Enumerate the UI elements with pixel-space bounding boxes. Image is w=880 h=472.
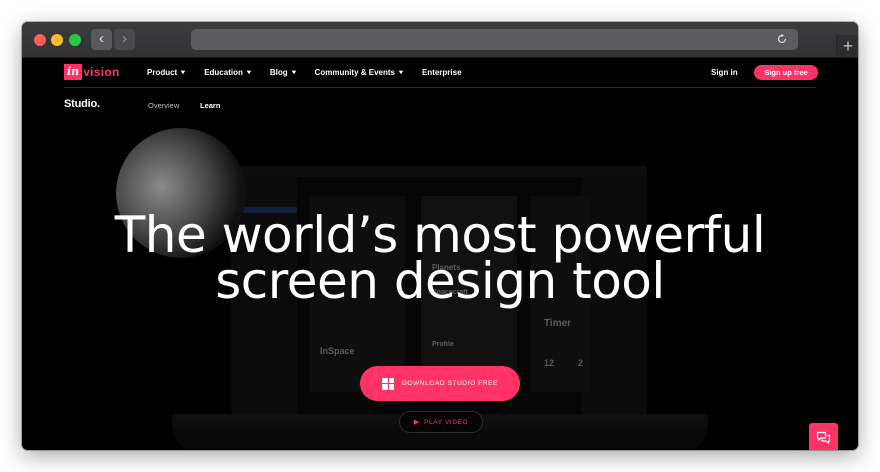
invision-logo[interactable]: in vision [64,64,120,80]
mockup-frame-title: InSpace [320,346,355,356]
hero-headline: The world’s most powerful screen design … [22,210,858,310]
page-content: InSpace Planets Spacecraft Profile Timer… [22,58,858,450]
chevron-down-icon: ▼ [179,69,188,76]
browser-titlebar: ‹ › + [22,22,858,58]
mockup-frame-title: Timer [544,318,572,329]
main-nav: Product ▼ Education ▼ Blog ▼ Community &… [147,68,480,77]
chevron-down-icon: ▼ [244,69,253,76]
reload-icon[interactable] [774,31,790,47]
nav-item-community-events[interactable]: Community & Events ▼ [314,68,405,77]
chevron-down-icon: ▼ [397,69,405,76]
nav-item-label: Education [204,68,243,77]
mockup-toolbar [231,166,647,177]
nav-item-enterprise[interactable]: Enterprise [422,68,462,77]
chevron-down-icon: ▼ [289,69,298,76]
close-window-button[interactable] [34,34,46,46]
chat-button[interactable] [809,423,838,450]
nav-item-product[interactable]: Product ▼ [147,68,188,77]
subnav-learn[interactable]: Learn [200,101,220,110]
zoom-window-button[interactable] [69,34,81,46]
play-video-button[interactable]: ▶ PLAY VIDEO [399,411,483,433]
mockup-frame-subtitle: Profile [432,341,454,348]
studio-brand[interactable]: Studio. [64,98,100,110]
chat-icon [816,431,831,444]
mockup-number: 2 [578,358,584,368]
play-video-label: PLAY VIDEO [424,418,469,426]
forward-button[interactable]: › [114,29,135,50]
nav-item-label: Enterprise [421,68,462,77]
address-bar[interactable] [191,29,798,50]
logo-mark: in [64,64,83,80]
sign-in-link[interactable]: Sign in [711,68,738,77]
windows-icon [382,377,395,390]
play-icon: ▶ [413,419,420,426]
header-divider [64,87,816,88]
nav-item-education[interactable]: Education ▼ [204,68,253,77]
minimize-window-button[interactable] [51,34,63,46]
new-tab-button[interactable]: + [836,35,858,57]
nav-item-label: Blog [269,68,288,77]
mockup-number: 12 [544,358,555,368]
download-studio-button[interactable]: DOWNLOAD STUDIO FREE [360,366,520,401]
back-button[interactable]: ‹ [91,29,112,50]
browser-window: ‹ › + InSpace Planets Spacecraft Profile… [22,22,858,450]
sign-up-button[interactable]: Sign up free [754,65,818,80]
subnav-overview[interactable]: Overview [148,101,179,110]
download-label: DOWNLOAD STUDIO FREE [402,380,498,387]
nav-item-blog[interactable]: Blog ▼ [269,68,298,77]
nav-item-label: Product [147,68,178,77]
logo-wordmark: vision [83,65,120,79]
hero-headline-line2: screen design tool [215,252,665,310]
nav-item-label: Community & Events [314,68,396,77]
